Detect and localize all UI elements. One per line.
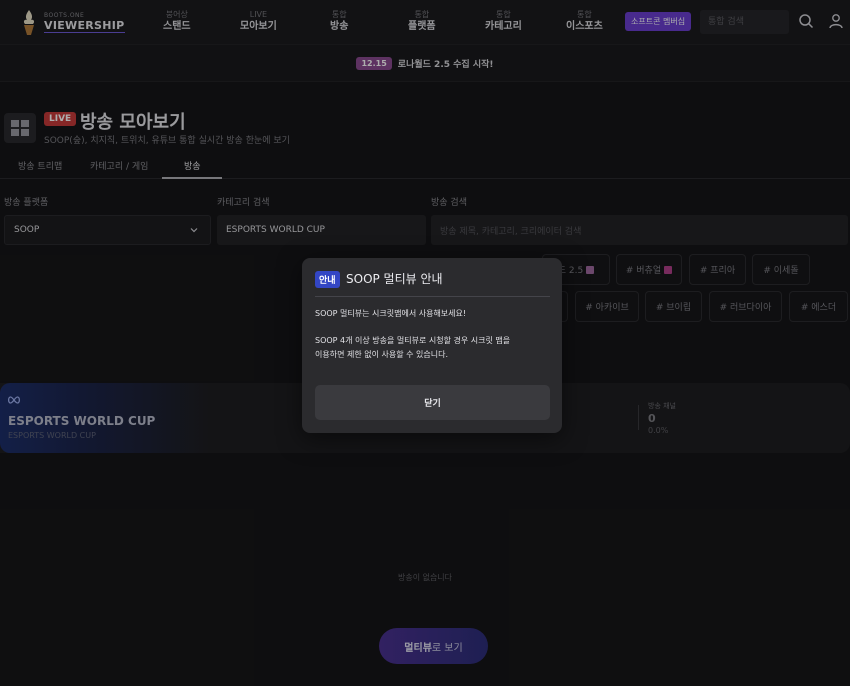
modal-close-button[interactable]: 닫기 xyxy=(315,385,550,420)
modal-title: SOOP 멀티뷰 안내 xyxy=(346,272,443,286)
modal-message-line1: SOOP 멀티뷰는 시크릿맵에서 사용해보세요! xyxy=(315,309,467,318)
modal-divider xyxy=(315,296,550,297)
modal-message-line3: 이용하면 제한 없이 사용할 수 있습니다. xyxy=(315,350,449,359)
modal-message-line2: SOOP 4개 이상 방송을 멀티뷰로 시청할 경우 시크릿 맵을 xyxy=(315,336,511,345)
multiview-notice-modal: 안내 SOOP 멀티뷰 안내 SOOP 멀티뷰는 시크릿맵에서 사용해보세요! … xyxy=(302,258,562,433)
modal-badge: 안내 xyxy=(315,271,340,288)
